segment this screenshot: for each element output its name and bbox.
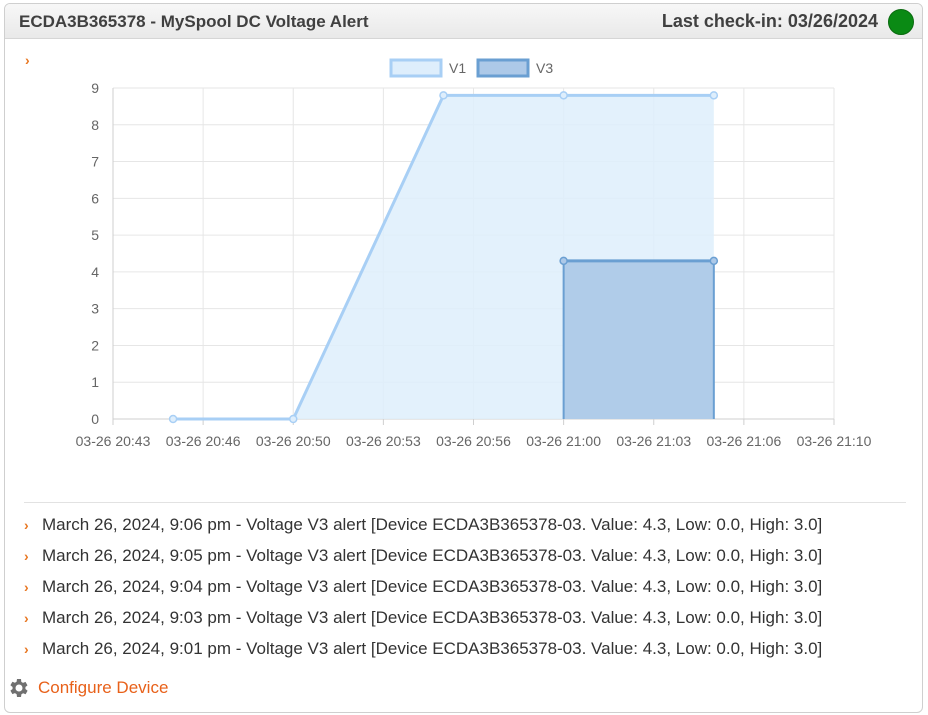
alert-item[interactable]: › March 26, 2024, 9:01 pm - Voltage V3 al… <box>24 639 822 670</box>
y-tick-label: 3 <box>91 301 99 317</box>
alert-text: March 26, 2024, 9:06 pm - Voltage V3 ale… <box>42 515 823 534</box>
configure-device-label: Configure Device <box>38 678 169 697</box>
x-tick-label: 03-26 20:50 <box>256 433 331 449</box>
data-point-V1 <box>559 91 568 100</box>
data-point-V3 <box>559 256 568 266</box>
chevron-right-icon: › <box>24 641 29 657</box>
chevron-right-icon: › <box>24 610 29 626</box>
alert-list: › March 26, 2024, 9:06 pm - Voltage V3 al… <box>24 515 822 670</box>
x-tick-label: 03-26 20:46 <box>166 433 241 449</box>
legend-swatch <box>476 58 530 78</box>
legend-swatch <box>389 58 443 78</box>
gear-icon <box>10 679 28 697</box>
data-point-V1 <box>439 91 448 100</box>
configure-device-link[interactable]: Configure Device <box>6 676 168 700</box>
alert-text: March 26, 2024, 9:04 pm - Voltage V3 ale… <box>42 577 823 596</box>
divider <box>24 502 906 503</box>
alert-item[interactable]: › March 26, 2024, 9:05 pm - Voltage V3 al… <box>24 546 822 577</box>
y-tick-label: 2 <box>91 337 99 353</box>
x-tick-label: 03-26 21:06 <box>707 433 782 449</box>
data-point-V1 <box>709 91 719 100</box>
x-tick-label: 03-26 21:10 <box>797 433 872 449</box>
alert-text: March 26, 2024, 9:01 pm - Voltage V3 ale… <box>42 639 823 658</box>
voltage-chart: 0 1 2 3 4 5 6 7 8 9 03-26 20:43 03-26 20:46 03-26 20… <box>76 58 872 449</box>
chevron-right-icon: › <box>24 517 29 533</box>
x-tick-label: 03-26 20:43 <box>76 433 151 449</box>
x-tick-label: 03-26 20:56 <box>436 433 511 449</box>
y-tick-label: 0 <box>91 411 99 427</box>
data-point-V3 <box>709 256 719 266</box>
x-tick-label: 03-26 21:03 <box>616 433 691 449</box>
y-tick-label: 7 <box>91 154 99 170</box>
alert-text: March 26, 2024, 9:05 pm - Voltage V3 ale… <box>42 546 823 565</box>
x-tick-label: 03-26 20:53 <box>346 433 421 449</box>
alert-item[interactable]: › March 26, 2024, 9:04 pm - Voltage V3 al… <box>24 577 822 608</box>
legend-label: V3 <box>536 60 553 76</box>
alert-item[interactable]: › March 26, 2024, 9:03 pm - Voltage V3 al… <box>24 608 822 639</box>
chevron-right-icon: › <box>24 548 29 564</box>
legend-label: V1 <box>449 60 466 76</box>
alert-text: March 26, 2024, 9:03 pm - Voltage V3 ale… <box>42 608 823 627</box>
x-tick-label: 03-26 21:00 <box>526 433 601 449</box>
y-tick-label: 4 <box>91 264 99 280</box>
y-tick-label: 1 <box>91 374 99 390</box>
series-area-V3 <box>563 260 714 419</box>
legend-item-V1[interactable]: V1 <box>389 58 466 78</box>
data-point-V1 <box>289 414 298 424</box>
chevron-right-icon: › <box>24 579 29 595</box>
y-tick-label: 9 <box>91 80 99 96</box>
data-point-V1 <box>168 414 178 424</box>
y-tick-label: 6 <box>91 190 99 206</box>
y-tick-label: 8 <box>91 117 99 133</box>
alert-item[interactable]: › March 26, 2024, 9:06 pm - Voltage V3 al… <box>24 515 822 546</box>
legend-item-V3[interactable]: V3 <box>476 58 553 78</box>
y-tick-label: 5 <box>91 227 99 243</box>
